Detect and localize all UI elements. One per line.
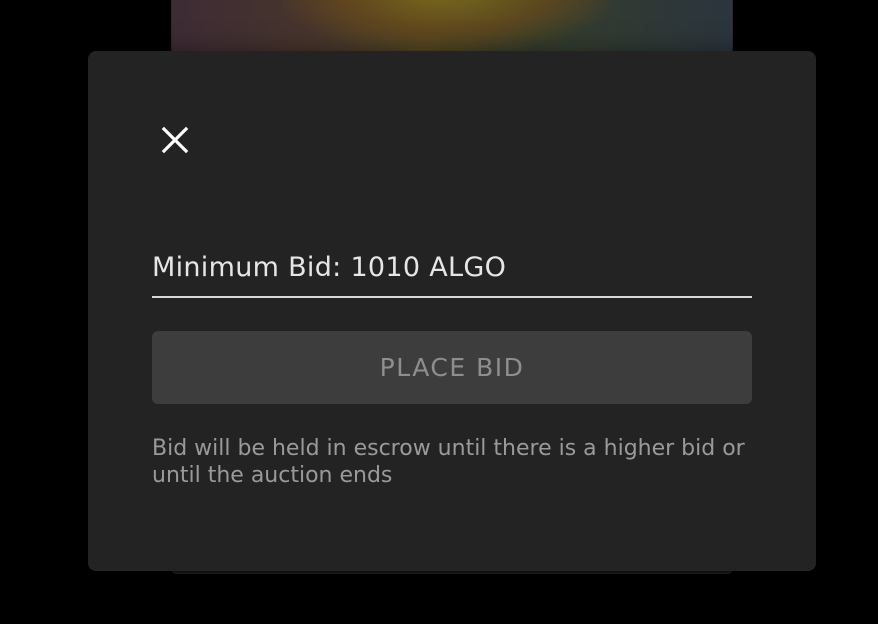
close-button[interactable] <box>160 125 190 155</box>
bid-amount-input[interactable] <box>152 249 752 285</box>
bid-amount-field <box>152 241 752 298</box>
escrow-note: Bid will be held in escrow until there i… <box>152 436 745 488</box>
place-bid-button[interactable]: PLACE BID <box>152 331 752 404</box>
place-bid-modal: PLACE BID Bid will be held in escrow unt… <box>88 51 816 571</box>
nft-artwork-detail <box>282 0 612 51</box>
close-icon <box>161 126 189 154</box>
